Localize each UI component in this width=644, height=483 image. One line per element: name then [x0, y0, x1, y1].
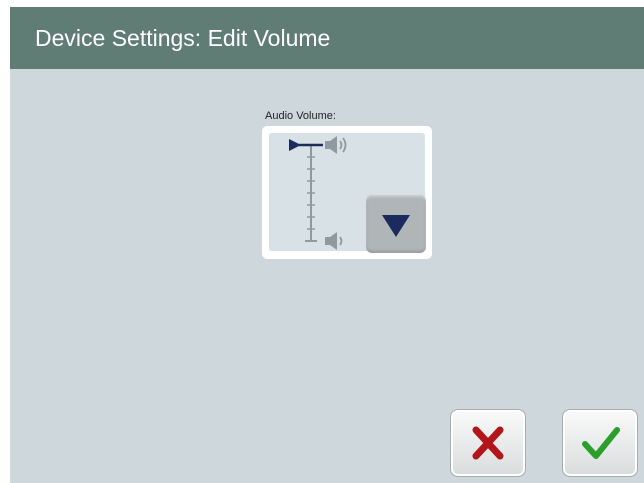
volume-control-inner [269, 133, 426, 253]
confirm-button[interactable] [562, 409, 638, 477]
left-border [0, 0, 10, 483]
screen: Device Settings: Edit Volume Audio Volum… [10, 0, 644, 483]
volume-down-button[interactable] [366, 195, 426, 253]
cancel-button[interactable] [450, 409, 526, 477]
volume-control-panel [262, 126, 432, 259]
audio-volume-label: Audio Volume: [265, 110, 336, 122]
checkmark-icon [582, 427, 620, 459]
volume-level-indicator[interactable] [289, 139, 323, 151]
speaker-low-icon [325, 232, 343, 250]
speaker-high-icon [325, 136, 347, 154]
close-icon [472, 426, 504, 460]
page-title: Device Settings: Edit Volume [10, 7, 644, 69]
header-topline [10, 0, 644, 7]
down-arrow-icon [382, 215, 410, 237]
